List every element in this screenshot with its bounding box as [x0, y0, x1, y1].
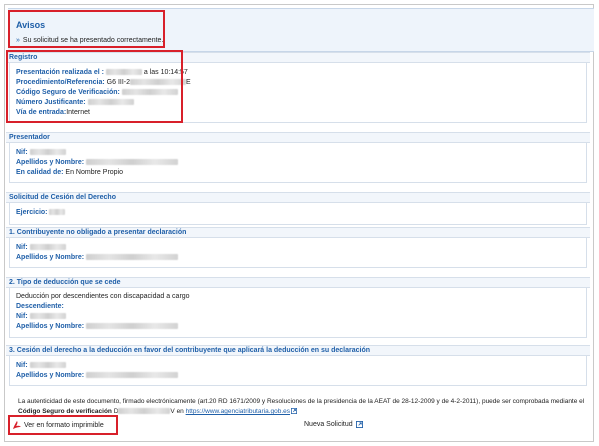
redacted-value: [86, 372, 179, 379]
row-nombre-contribuyente: Apellidos y Nombre:: [10, 253, 586, 263]
highlight-box-registro: [6, 50, 183, 123]
redacted-value: [29, 149, 66, 156]
section-solicitud: Solicitud de Cesión del Derecho Ejercici…: [6, 192, 590, 225]
print-format-link[interactable]: Ver en formato imprimible: [12, 420, 104, 430]
redacted-value: [86, 159, 179, 166]
row-descripcion: Deducción por descendientes con discapac…: [10, 292, 586, 302]
label-calidad: En calidad de:: [16, 169, 64, 176]
pdf-icon: [12, 420, 22, 430]
redacted-value: [86, 254, 179, 261]
label-csv-footer: Código Seguro de verificación: [18, 408, 112, 415]
label-nombre: Apellidos y Nombre:: [16, 323, 85, 330]
section-body-deduccion: Deducción por descendientes con discapac…: [9, 288, 587, 338]
redacted-value: [86, 323, 179, 330]
authenticity-text: La autenticidad de este documento, firma…: [18, 397, 588, 417]
label-nombre: Apellidos y Nombre:: [16, 159, 85, 166]
section-title-solicitud: Solicitud de Cesión del Derecho: [6, 192, 590, 203]
section-presentador: Presentador Nif: Apellidos y Nombre: En …: [6, 132, 590, 183]
section-title-contribuyente: 1. Contribuyente no obligado a presentar…: [6, 227, 590, 238]
highlight-box-avisos: [8, 10, 165, 48]
value-calidad: En Nombre Propio: [65, 169, 124, 176]
redacted-value: [49, 209, 66, 216]
csv-suffix: V en: [170, 408, 184, 415]
redacted-value: [29, 313, 66, 320]
external-link-icon: [355, 421, 363, 428]
row-nif-contribuyente: Nif:: [10, 243, 586, 253]
row-nombre-descendiente: Apellidos y Nombre:: [10, 322, 586, 332]
section-title-presentador: Presentador: [6, 132, 590, 143]
redacted-value: [29, 362, 66, 369]
section-body-cesion: Nif: Apellidos y Nombre:: [9, 356, 587, 386]
print-format-label: Ver en formato imprimible: [24, 422, 104, 429]
agencia-tributaria-link[interactable]: https://www.agenciatributaria.gob.es: [186, 408, 290, 415]
label-nombre: Apellidos y Nombre:: [16, 254, 85, 261]
row-nif-cesion: Nif:: [10, 361, 586, 371]
row-nombre-presentador: Apellidos y Nombre:: [10, 158, 586, 168]
label-nif: Nif:: [16, 149, 28, 156]
section-title-deduccion: 2. Tipo de deducción que se cede: [6, 277, 590, 288]
external-link-icon: [291, 408, 298, 415]
row-nombre-cesion: Apellidos y Nombre:: [10, 371, 586, 381]
section-deduccion: 2. Tipo de deducción que se cede Deducci…: [6, 277, 590, 338]
row-nif-descendiente: Nif:: [10, 312, 586, 322]
label-nombre: Apellidos y Nombre:: [16, 372, 85, 379]
section-cesion: 3. Cesión del derecho a la deducción en …: [6, 345, 590, 386]
value-procedimiento-suffix: E: [186, 79, 191, 86]
section-body-contribuyente: Nif: Apellidos y Nombre:: [9, 238, 587, 268]
nueva-solicitud-label: Nueva Solicitud: [304, 421, 353, 428]
row-ejercicio: Ejercicio:: [10, 208, 586, 218]
row-descendiente: Descendiente:: [10, 302, 586, 312]
redacted-value: [118, 408, 171, 415]
section-body-presentador: Nif: Apellidos y Nombre: En calidad de: …: [9, 143, 587, 183]
label-descendiente: Descendiente:: [16, 303, 64, 310]
section-body-solicitud: Ejercicio:: [9, 203, 587, 225]
section-title-cesion: 3. Cesión del derecho a la deducción en …: [6, 345, 590, 356]
authenticity-description: La autenticidad de este documento, firma…: [18, 398, 585, 405]
row-calidad: En calidad de: En Nombre Propio: [10, 168, 586, 178]
value-descripcion: Deducción por descendientes con discapac…: [16, 293, 190, 300]
row-nif-presentador: Nif:: [10, 148, 586, 158]
section-contribuyente: 1. Contribuyente no obligado a presentar…: [6, 227, 590, 268]
label-ejercicio: Ejercicio:: [16, 209, 48, 216]
label-nif: Nif:: [16, 313, 28, 320]
nueva-solicitud-link[interactable]: Nueva Solicitud: [304, 421, 363, 428]
label-nif: Nif:: [16, 362, 28, 369]
redacted-value: [29, 244, 66, 251]
label-nif: Nif:: [16, 244, 28, 251]
